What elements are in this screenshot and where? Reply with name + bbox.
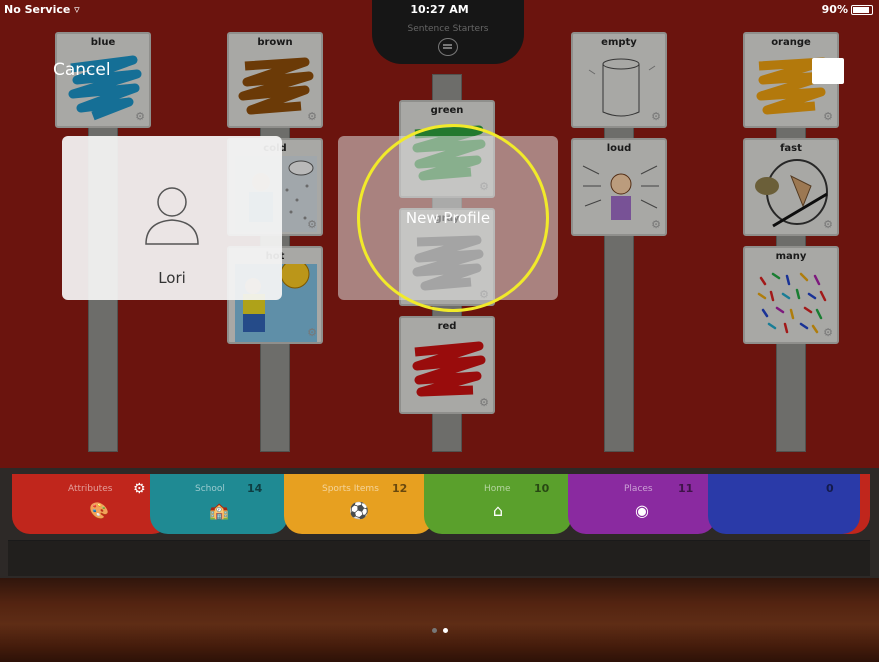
new-profile-button[interactable]: New Profile bbox=[338, 136, 558, 300]
tab-count: 11 bbox=[678, 482, 694, 495]
tab-label: Home bbox=[484, 484, 511, 494]
status-bar: No Service ▿ 10:27 AM 90% bbox=[0, 0, 879, 20]
profile-name: Lori bbox=[158, 269, 186, 287]
tab-count: 12 bbox=[392, 482, 408, 495]
sentence-starters-label: Sentence Starters bbox=[407, 24, 489, 34]
tab-attributes[interactable]: Attributes 🎨 bbox=[12, 474, 170, 534]
tab-home[interactable]: Home 10 ⌂ bbox=[424, 474, 572, 534]
gear-icon: ⚙ bbox=[307, 218, 317, 231]
scribble-icon bbox=[238, 57, 314, 115]
card-label: many bbox=[775, 251, 807, 262]
many-sprinkles-icon bbox=[757, 272, 827, 334]
house-icon: ⌂ bbox=[492, 501, 504, 520]
gear-icon: ⚙ bbox=[307, 110, 317, 123]
card-label: orange bbox=[771, 37, 811, 48]
soccer-ball-icon: ⚽ bbox=[349, 501, 369, 520]
card-label: red bbox=[437, 321, 457, 332]
clock: 10:27 AM bbox=[410, 3, 469, 16]
tab-label: Attributes bbox=[68, 484, 113, 494]
profile-tile-lori[interactable]: Lori bbox=[62, 136, 282, 300]
card-label: blue bbox=[90, 37, 116, 48]
gear-icon: ⚙ bbox=[307, 326, 317, 339]
speech-bubble-icon bbox=[438, 38, 458, 56]
profile-square-icon[interactable] bbox=[812, 58, 844, 84]
battery-indicator: 90% bbox=[822, 3, 873, 16]
tab-count: 10 bbox=[534, 482, 550, 495]
empty-glass-icon bbox=[588, 58, 656, 117]
page-dot bbox=[431, 628, 437, 633]
gear-icon: ⚙ bbox=[823, 110, 833, 123]
tab-sports-items[interactable]: Sports Items 12 ⚽ bbox=[284, 474, 434, 534]
scribble-icon bbox=[412, 341, 486, 397]
new-profile-label: New Profile bbox=[405, 209, 491, 227]
cancel-button[interactable]: Cancel bbox=[53, 60, 111, 80]
card-fast[interactable]: fast ⚙ bbox=[743, 138, 839, 236]
battery-icon bbox=[851, 4, 873, 15]
card-label: empty bbox=[601, 37, 637, 48]
map-pin-icon: ◉ bbox=[635, 501, 649, 520]
card-empty[interactable]: empty ⚙ bbox=[571, 32, 667, 128]
card-blue[interactable]: blue ⚙ bbox=[55, 32, 151, 128]
tab-count: 14 bbox=[247, 482, 263, 495]
tab-label: Places bbox=[624, 484, 653, 494]
tab-label: School bbox=[195, 484, 225, 494]
gear-icon: ⚙ bbox=[823, 218, 833, 231]
tab-places[interactable]: Places 11 ◉ bbox=[568, 474, 716, 534]
gear-icon: ⚙ bbox=[479, 396, 489, 409]
card-label: brown bbox=[257, 37, 293, 48]
person-icon bbox=[145, 187, 199, 245]
card-many[interactable]: many ⚙ bbox=[743, 246, 839, 344]
card-label: loud bbox=[606, 143, 632, 154]
card-loud[interactable]: loud ⚙ bbox=[571, 138, 667, 236]
school-icon: 🏫 bbox=[209, 501, 229, 520]
page-dot-active bbox=[442, 628, 448, 633]
tab-school[interactable]: School 14 🏫 bbox=[150, 474, 288, 534]
card-label: green bbox=[430, 105, 464, 116]
battery-percent: 90% bbox=[821, 3, 848, 16]
gear-icon: ⚙ bbox=[651, 110, 661, 123]
card-brown[interactable]: brown ⚙ bbox=[227, 32, 323, 128]
gear-icon: ⚙ bbox=[651, 218, 661, 231]
tab-label: Sports Items bbox=[322, 484, 379, 494]
gear-icon[interactable]: ⚙ bbox=[133, 481, 146, 497]
loud-picture-icon bbox=[582, 165, 659, 220]
fast-picture-icon bbox=[755, 159, 828, 228]
page-indicator[interactable] bbox=[0, 618, 879, 637]
card-red[interactable]: red ⚙ bbox=[399, 316, 495, 414]
gear-icon: ⚙ bbox=[823, 326, 833, 339]
gear-icon: ⚙ bbox=[135, 110, 145, 123]
card-label: fast bbox=[780, 143, 802, 154]
tray-shelf bbox=[8, 540, 870, 576]
tab-blue[interactable]: 0 bbox=[708, 474, 860, 534]
app-screen: No Service ▿ 10:27 AM 90% Sentence Start… bbox=[0, 0, 879, 662]
tab-count: 0 bbox=[826, 482, 834, 495]
